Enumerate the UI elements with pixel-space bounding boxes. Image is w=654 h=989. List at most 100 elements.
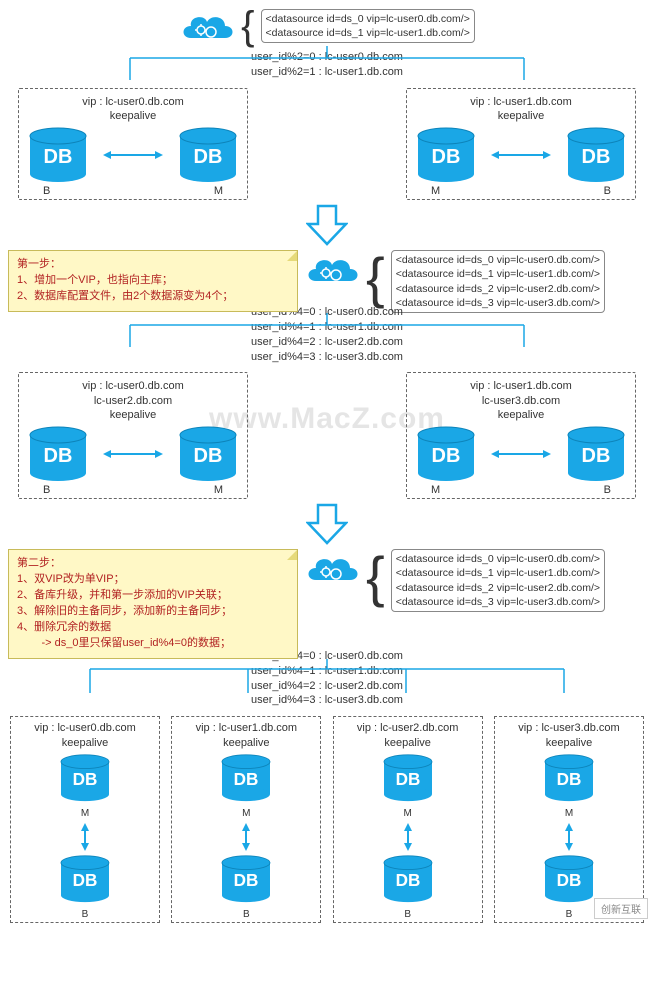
role-label: B bbox=[404, 909, 411, 920]
brace-icon: { bbox=[366, 549, 385, 605]
role-label: B bbox=[604, 185, 611, 197]
stage2-clusters: www.MacZ.com vip : lc-user0.db.com lc-us… bbox=[0, 372, 654, 499]
keepalive-label: keepalive bbox=[27, 408, 239, 422]
datasource-line: <datasource id=ds_3 vip=lc-user3.db.com/… bbox=[396, 595, 600, 609]
corner-logo: 创新互联 bbox=[594, 898, 648, 919]
rule: user_id%4=3 : lc-user3.db.com bbox=[0, 350, 654, 365]
role-label: B bbox=[43, 484, 50, 496]
datasource-line: <datasource id=ds_1 vip=lc-user1.db.com/… bbox=[396, 566, 600, 580]
note-line: 2、备库升级，并和第一步添加的VIP关联； bbox=[17, 588, 289, 604]
keepalive-label: keepalive bbox=[499, 736, 639, 750]
note-line: 4、删除冗余的数据 bbox=[17, 620, 289, 636]
db-cluster: vip : lc-user1.db.com lc-user3.db.com ke… bbox=[406, 372, 636, 499]
sync-arrow-icon bbox=[560, 823, 578, 851]
sync-arrow-icon bbox=[237, 823, 255, 851]
keepalive-label: keepalive bbox=[415, 109, 627, 123]
sync-arrow-icon bbox=[76, 823, 94, 851]
stage1-clusters: vip : lc-user0.db.com keepalive B M vip … bbox=[0, 88, 654, 201]
vip-label: vip : lc-user3.db.com bbox=[499, 721, 639, 735]
rule: user_id%4=3 : lc-user3.db.com bbox=[0, 693, 654, 708]
sync-arrow-icon bbox=[477, 445, 565, 463]
db-icon bbox=[27, 426, 89, 482]
keepalive-label: keepalive bbox=[176, 736, 316, 750]
role-label: M bbox=[431, 484, 440, 496]
db-cluster: vip : lc-user1.db.com keepalive M B bbox=[171, 716, 321, 923]
role-label: B bbox=[566, 909, 573, 920]
db-icon bbox=[177, 127, 239, 183]
keepalive-label: keepalive bbox=[415, 408, 627, 422]
datasource-line: <datasource id=ds_0 vip=lc-user0.db.com/… bbox=[396, 552, 600, 566]
role-label: B bbox=[604, 484, 611, 496]
db-cluster: vip : lc-user3.db.com keepalive M B bbox=[494, 716, 644, 923]
role-label: M bbox=[214, 185, 223, 197]
role-label: B bbox=[243, 909, 250, 920]
cloud-icon bbox=[304, 549, 360, 587]
db-icon bbox=[27, 127, 89, 183]
cloud-icon bbox=[179, 7, 235, 45]
vip-label: lc-user3.db.com bbox=[415, 394, 627, 408]
datasource-list: <datasource id=ds_0 vip=lc-user0.db.com/… bbox=[261, 9, 475, 43]
role-label: M bbox=[81, 808, 89, 819]
role-label: M bbox=[565, 808, 573, 819]
note-line: -> ds_0里只保留user_id%4=0的数据； bbox=[17, 636, 289, 652]
sync-arrow-icon bbox=[477, 146, 565, 164]
note-title: 第二步： bbox=[17, 556, 289, 572]
db-icon bbox=[415, 426, 477, 482]
role-label: B bbox=[43, 185, 50, 197]
db-icon bbox=[381, 754, 435, 802]
db-icon bbox=[542, 754, 596, 802]
stage1-config: { <datasource id=ds_0 vip=lc-user0.db.co… bbox=[0, 6, 654, 46]
note-line: 1、双VIP改为单VIP； bbox=[17, 572, 289, 588]
brace-icon: { bbox=[241, 6, 254, 46]
db-icon bbox=[219, 855, 273, 903]
role-label: M bbox=[403, 808, 411, 819]
datasource-line: <datasource id=ds_2 vip=lc-user2.db.com/… bbox=[396, 581, 600, 595]
datasource-list: <datasource id=ds_0 vip=lc-user0.db.com/… bbox=[391, 250, 605, 313]
note-line: 1、增加一个VIP，也指向主库； bbox=[17, 273, 289, 289]
datasource-line: <datasource id=ds_1 vip=lc-user1.db.com/… bbox=[266, 26, 470, 40]
role-label: M bbox=[431, 185, 440, 197]
role-label: M bbox=[214, 484, 223, 496]
datasource-line: <datasource id=ds_2 vip=lc-user2.db.com/… bbox=[396, 282, 600, 296]
db-icon bbox=[58, 754, 112, 802]
db-cluster: vip : lc-user0.db.com lc-user2.db.com ke… bbox=[18, 372, 248, 499]
db-icon bbox=[381, 855, 435, 903]
datasource-line: <datasource id=ds_3 vip=lc-user3.db.com/… bbox=[396, 296, 600, 310]
vip-label: vip : lc-user2.db.com bbox=[338, 721, 478, 735]
role-label: B bbox=[82, 909, 89, 920]
db-icon bbox=[415, 127, 477, 183]
flow-arrow-icon bbox=[0, 204, 654, 246]
vip-label: vip : lc-user1.db.com bbox=[415, 95, 627, 109]
db-icon bbox=[58, 855, 112, 903]
db-cluster: vip : lc-user1.db.com keepalive M B bbox=[406, 88, 636, 201]
brace-icon: { bbox=[366, 250, 385, 306]
vip-label: vip : lc-user1.db.com bbox=[415, 379, 627, 393]
note-line: 2、数据库配置文件，由2个数据源变为4个； bbox=[17, 289, 289, 305]
connector bbox=[0, 659, 654, 693]
keepalive-label: keepalive bbox=[27, 109, 239, 123]
db-icon bbox=[542, 855, 596, 903]
connector bbox=[0, 313, 654, 347]
vip-label: lc-user2.db.com bbox=[27, 394, 239, 408]
vip-label: vip : lc-user0.db.com bbox=[27, 379, 239, 393]
step-note: 第二步： 1、双VIP改为单VIP； 2、备库升级，并和第一步添加的VIP关联；… bbox=[8, 549, 298, 659]
db-cluster: vip : lc-user0.db.com keepalive B M bbox=[18, 88, 248, 201]
step2-row: 第二步： 1、双VIP改为单VIP； 2、备库升级，并和第一步添加的VIP关联；… bbox=[0, 549, 654, 659]
note-title: 第一步： bbox=[17, 257, 289, 273]
note-line: 3、解除旧的主备同步，添加新的主备同步； bbox=[17, 604, 289, 620]
step1-row: 第一步： 1、增加一个VIP，也指向主库； 2、数据库配置文件，由2个数据源变为… bbox=[0, 250, 654, 313]
keepalive-label: keepalive bbox=[338, 736, 478, 750]
db-icon bbox=[219, 754, 273, 802]
role-label: M bbox=[242, 808, 250, 819]
sync-arrow-icon bbox=[399, 823, 417, 851]
datasource-list: <datasource id=ds_0 vip=lc-user0.db.com/… bbox=[391, 549, 605, 612]
datasource-line: <datasource id=ds_0 vip=lc-user0.db.com/… bbox=[266, 12, 470, 26]
step-note: 第一步： 1、增加一个VIP，也指向主库； 2、数据库配置文件，由2个数据源变为… bbox=[8, 250, 298, 312]
db-icon bbox=[565, 426, 627, 482]
datasource-line: <datasource id=ds_1 vip=lc-user1.db.com/… bbox=[396, 267, 600, 281]
db-icon bbox=[177, 426, 239, 482]
sync-arrow-icon bbox=[89, 146, 177, 164]
db-cluster: vip : lc-user0.db.com keepalive M B bbox=[10, 716, 160, 923]
datasource-line: <datasource id=ds_0 vip=lc-user0.db.com/… bbox=[396, 253, 600, 267]
connector bbox=[0, 46, 654, 80]
